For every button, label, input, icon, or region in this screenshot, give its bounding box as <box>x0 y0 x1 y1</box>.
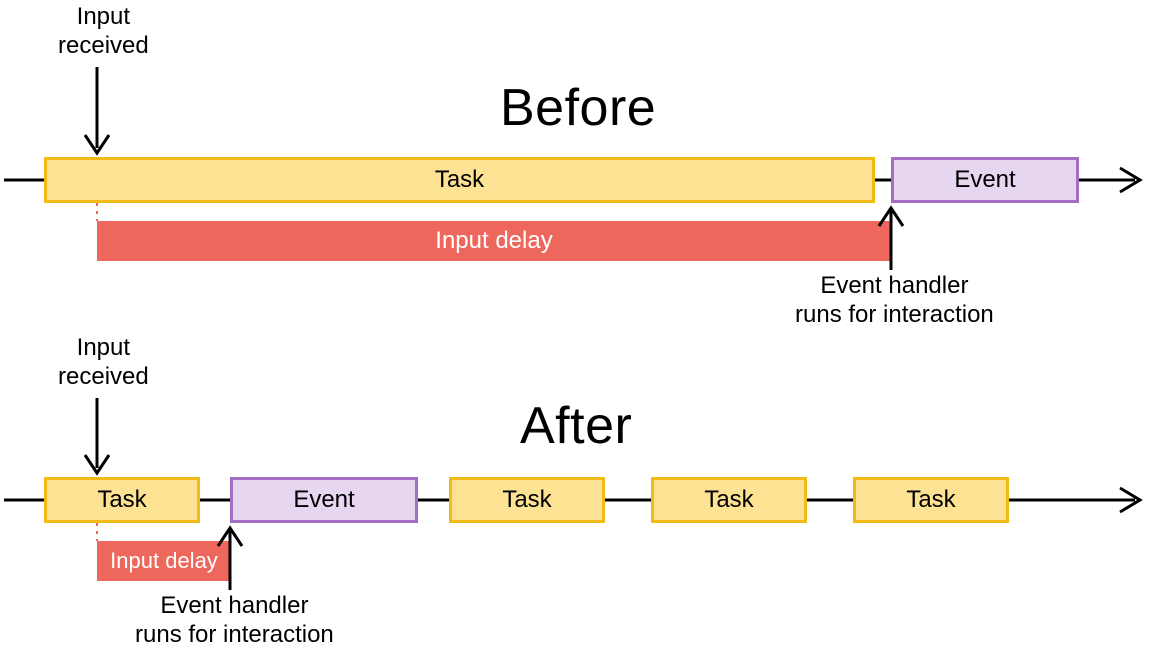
after-event-box: Event <box>230 477 418 523</box>
diagram-canvas: { "before": { "heading": "Before", "inpu… <box>0 0 1155 647</box>
before-event-box: Event <box>891 157 1079 203</box>
after-handler-label: Event handler runs for interaction <box>135 592 334 650</box>
after-heading: After <box>520 396 632 456</box>
after-task-box-3: Task <box>651 477 807 523</box>
before-heading: Before <box>500 78 656 138</box>
after-input-delay-box: Input delay <box>97 541 231 581</box>
before-input-delay-box: Input delay <box>97 221 891 261</box>
after-task-box-2: Task <box>449 477 605 523</box>
after-task-box-4: Task <box>853 477 1009 523</box>
after-input-received-label: Input received <box>58 334 149 392</box>
before-input-received-label: Input received <box>58 3 149 61</box>
before-task-box: Task <box>44 157 875 203</box>
after-task-box-1: Task <box>44 477 200 523</box>
before-handler-label: Event handler runs for interaction <box>795 272 994 330</box>
